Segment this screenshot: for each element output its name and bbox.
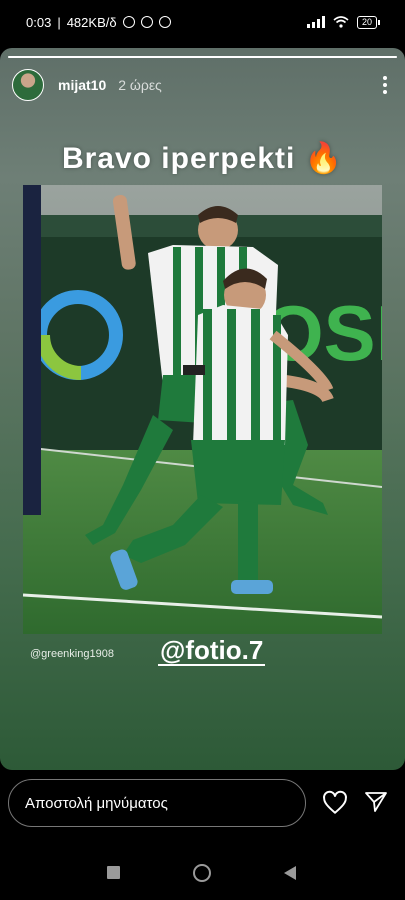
- photo-credit: @greenking1908: [30, 648, 114, 660]
- message-input-placeholder: Αποστολή μηνύματος: [25, 794, 168, 812]
- reply-bar: Αποστολή μηνύματος: [0, 770, 405, 840]
- square-icon[interactable]: [107, 866, 120, 879]
- story-progress-fill: [8, 56, 397, 58]
- wifi-icon: [333, 16, 349, 28]
- story-header: mijat10 2 ώρες: [12, 68, 393, 102]
- more-vertical-icon[interactable]: [377, 72, 393, 98]
- story-viewer[interactable]: mijat10 2 ώρες Bravo iperpekti 🔥 OSN: [0, 48, 405, 770]
- circle-icon[interactable]: [193, 864, 211, 882]
- story-caption: Bravo iperpekti 🔥: [0, 141, 405, 176]
- fire-emoji: 🔥: [304, 142, 344, 175]
- mention-sticker[interactable]: @fotio.7: [158, 636, 266, 666]
- chrome-icon-2: [158, 16, 171, 28]
- avatar[interactable]: [12, 69, 44, 101]
- battery-icon: 20: [356, 15, 381, 29]
- signal-icon: [306, 16, 325, 28]
- story-time: 2 ώρες: [118, 77, 162, 93]
- send-icon[interactable]: [364, 790, 388, 814]
- network-speed: 482KB/δ: [66, 14, 117, 30]
- status-bar: 0:03 | 482KB/δ 20: [0, 0, 405, 44]
- caption-text: Bravo iperpekti: [61, 142, 296, 175]
- story-progress-bar: [8, 56, 397, 58]
- heart-icon[interactable]: [322, 790, 348, 816]
- chrome-icon: [140, 16, 153, 28]
- username[interactable]: mijat10: [58, 77, 106, 93]
- mute-icon: [122, 16, 135, 28]
- triangle-back-icon[interactable]: [283, 865, 297, 881]
- status-separator: |: [57, 14, 61, 30]
- status-time: 0:03: [26, 14, 52, 30]
- story-photo: OSNE: [23, 185, 382, 634]
- message-input[interactable]: Αποστολή μηνύματος: [8, 779, 306, 827]
- navigation-bar: [0, 840, 405, 900]
